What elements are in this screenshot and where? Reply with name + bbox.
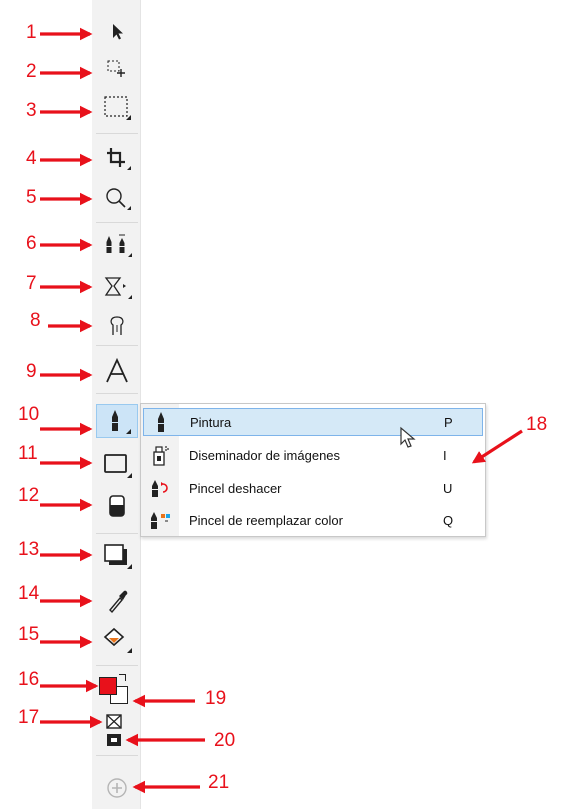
callout-number: 9 [26, 361, 37, 382]
callout-number: 11 [18, 443, 38, 464]
callout-arrow-18 [471, 429, 523, 464]
callout-number: 4 [26, 148, 37, 169]
callout-number: 1 [26, 22, 37, 43]
callout-number: 2 [26, 61, 37, 82]
callout-number: 10 [18, 404, 40, 425]
callout-number: 16 [18, 669, 40, 690]
callout-number: 3 [26, 100, 37, 121]
callout-number: 18 [526, 414, 548, 435]
callout-number: 14 [18, 583, 40, 604]
callout-number: 17 [18, 707, 40, 728]
callout-number: 6 [26, 233, 37, 254]
callout-number: 12 [18, 485, 40, 506]
callout-number: 21 [208, 772, 230, 793]
callout-number: 19 [205, 688, 227, 709]
callout-number: 15 [18, 624, 40, 645]
callout-number: 20 [214, 730, 236, 751]
callout-number: 7 [26, 273, 37, 294]
callout-number: 5 [26, 187, 37, 208]
callout-arrows [40, 27, 523, 794]
callout-number: 8 [30, 310, 41, 331]
callout-number: 13 [18, 539, 40, 560]
